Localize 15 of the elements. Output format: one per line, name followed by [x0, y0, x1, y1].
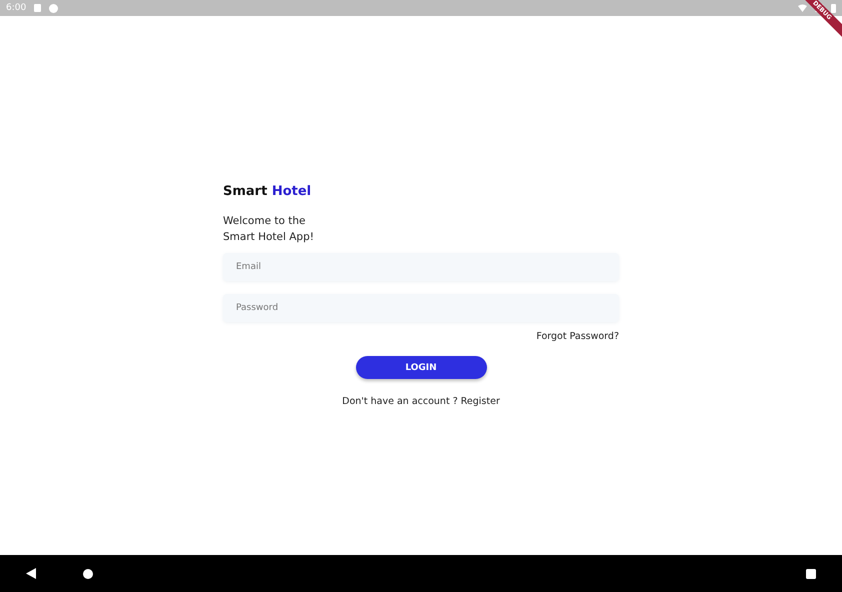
home-icon[interactable]: [83, 568, 93, 578]
welcome-text: Welcome to the: [223, 214, 306, 229]
input-field[interactable]: Email: [223, 253, 619, 281]
recents-icon[interactable]: [806, 568, 816, 578]
app-title: Smart Hotel: [223, 184, 312, 199]
wifi-icon: [798, 4, 807, 12]
register-link[interactable]: Register: [460, 396, 500, 407]
status-time: 6:00: [6, 3, 26, 13]
back-icon[interactable]: [26, 568, 36, 579]
input-field[interactable]: Password: [223, 294, 619, 322]
battery-icon: [831, 4, 836, 12]
welcome-text: Smart Hotel App!: [223, 230, 314, 245]
forgot-password-link[interactable]: Forgot Password?: [536, 331, 619, 342]
login-button[interactable]: LOGIN: [356, 356, 486, 379]
register-prompt: Don't have an account ?: [342, 396, 458, 407]
